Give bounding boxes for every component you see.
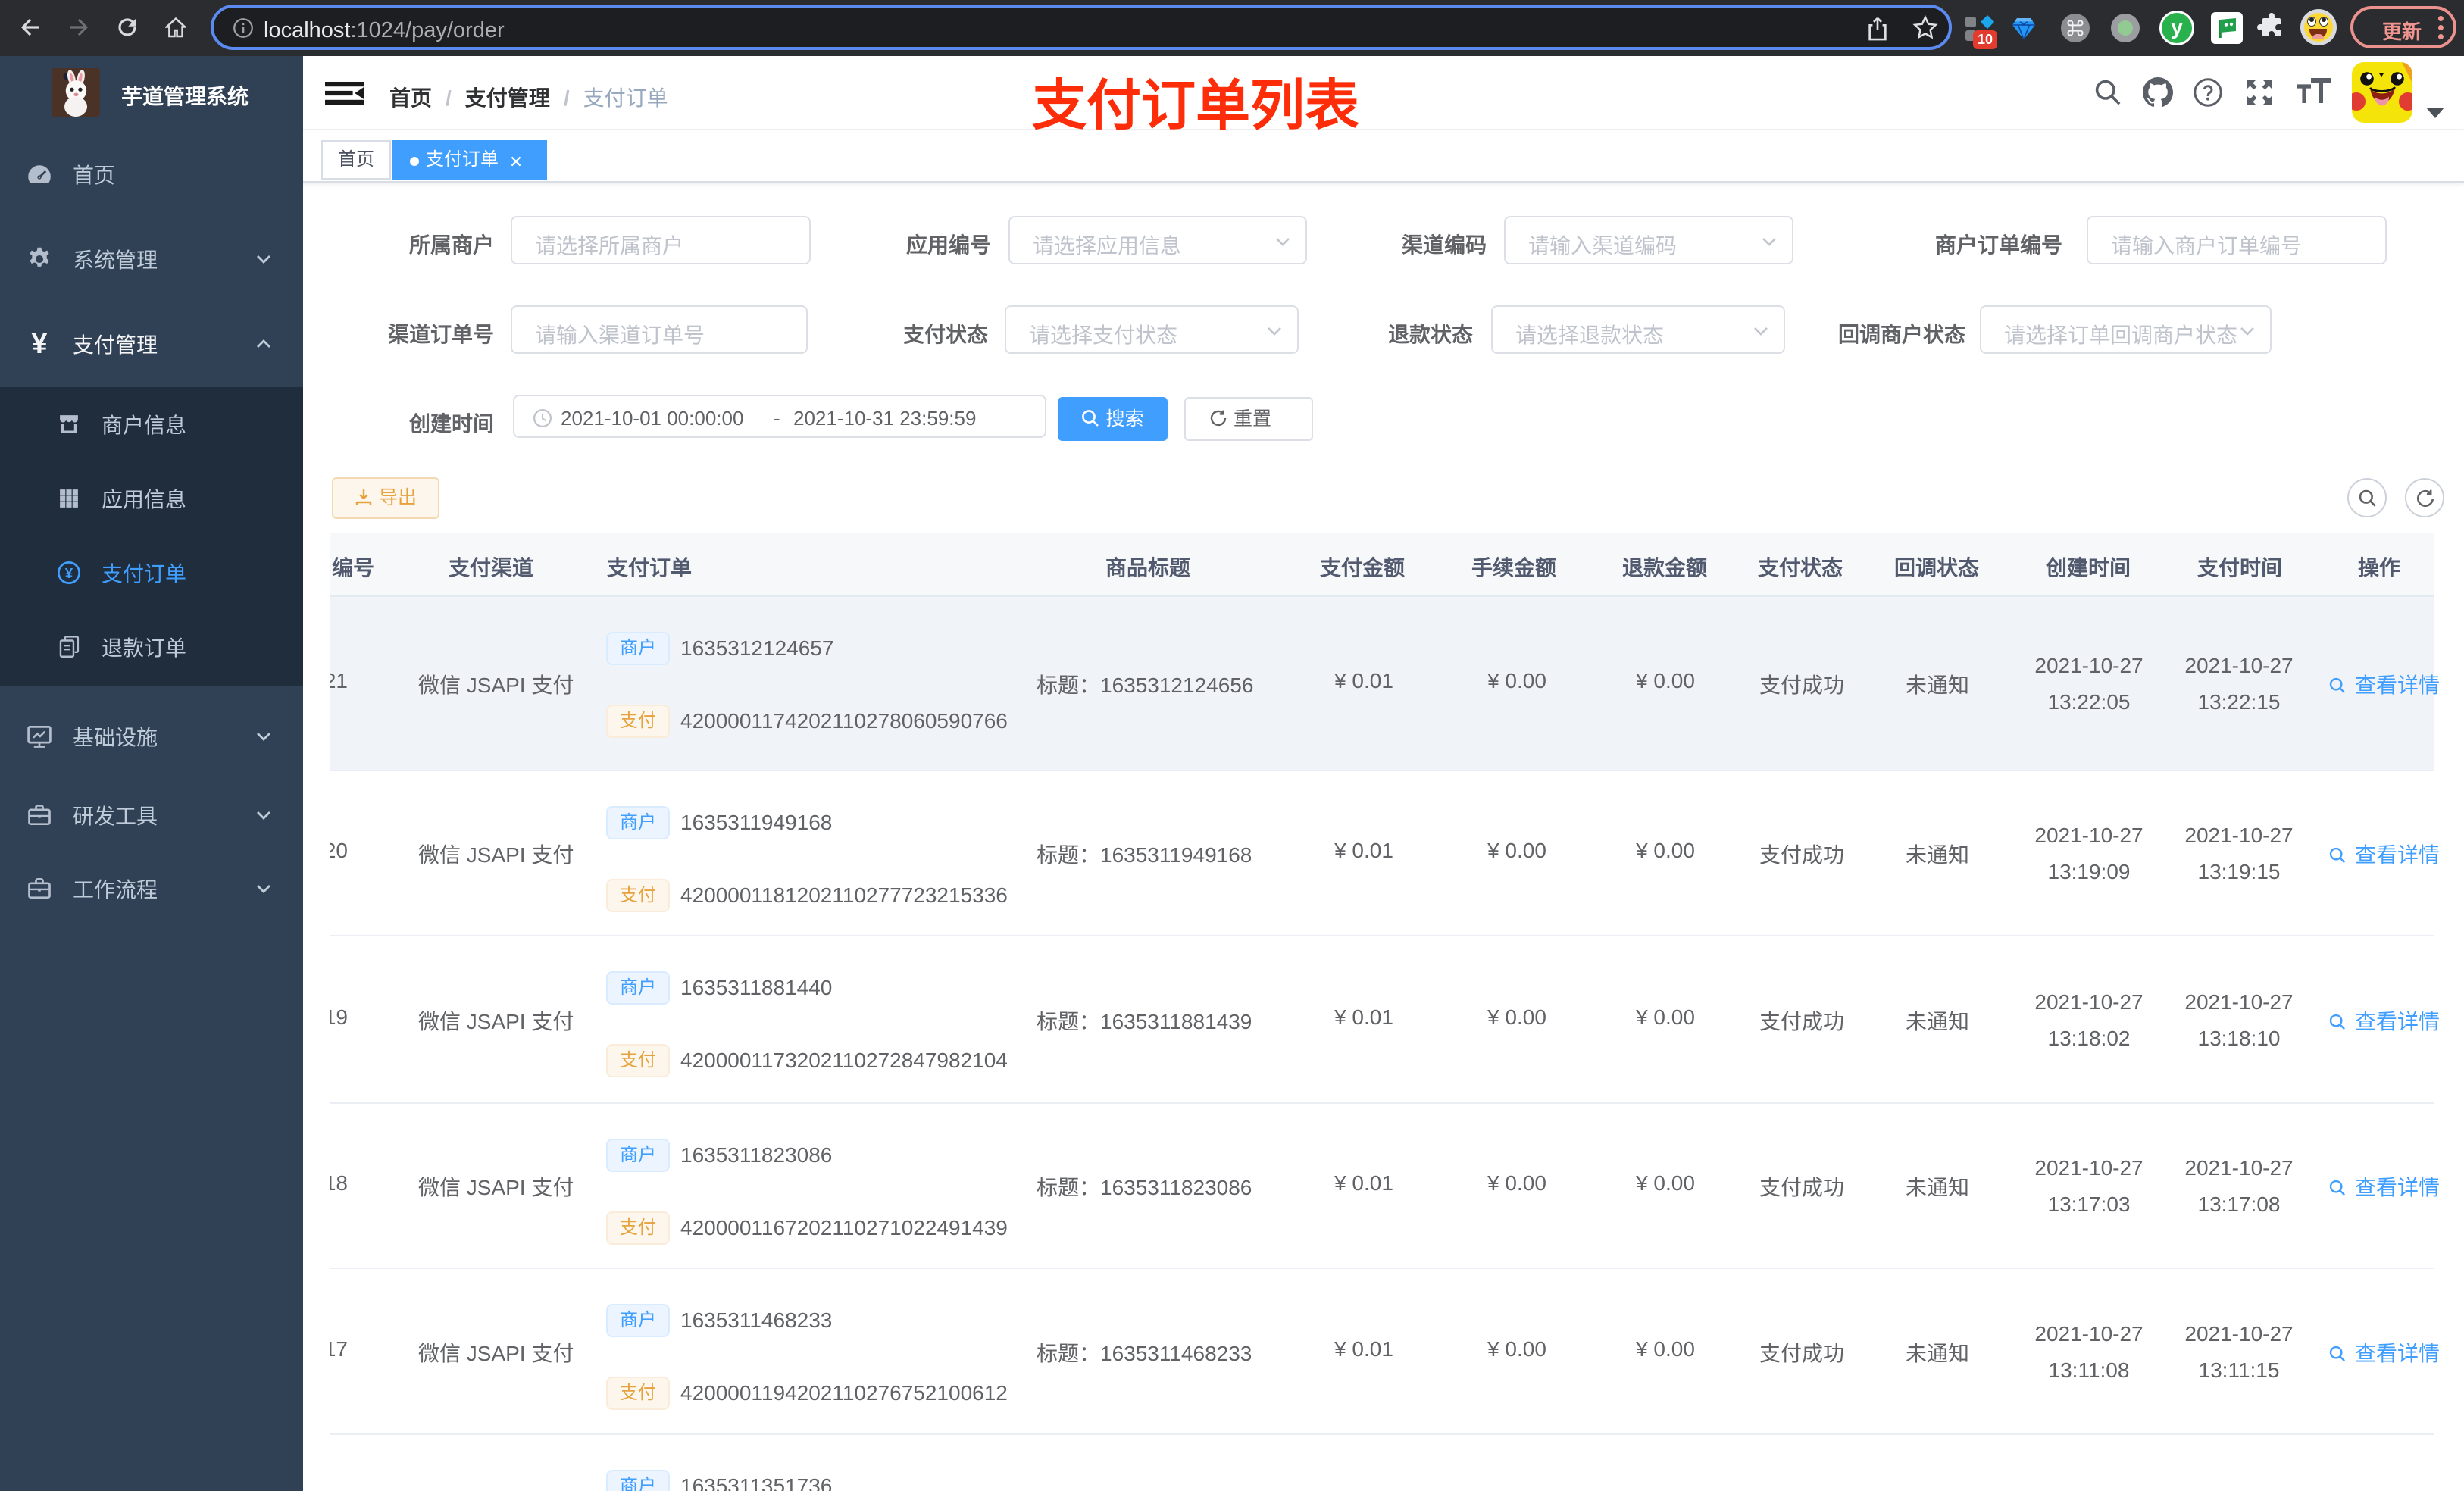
svg-text:¥: ¥ [65,565,73,581]
